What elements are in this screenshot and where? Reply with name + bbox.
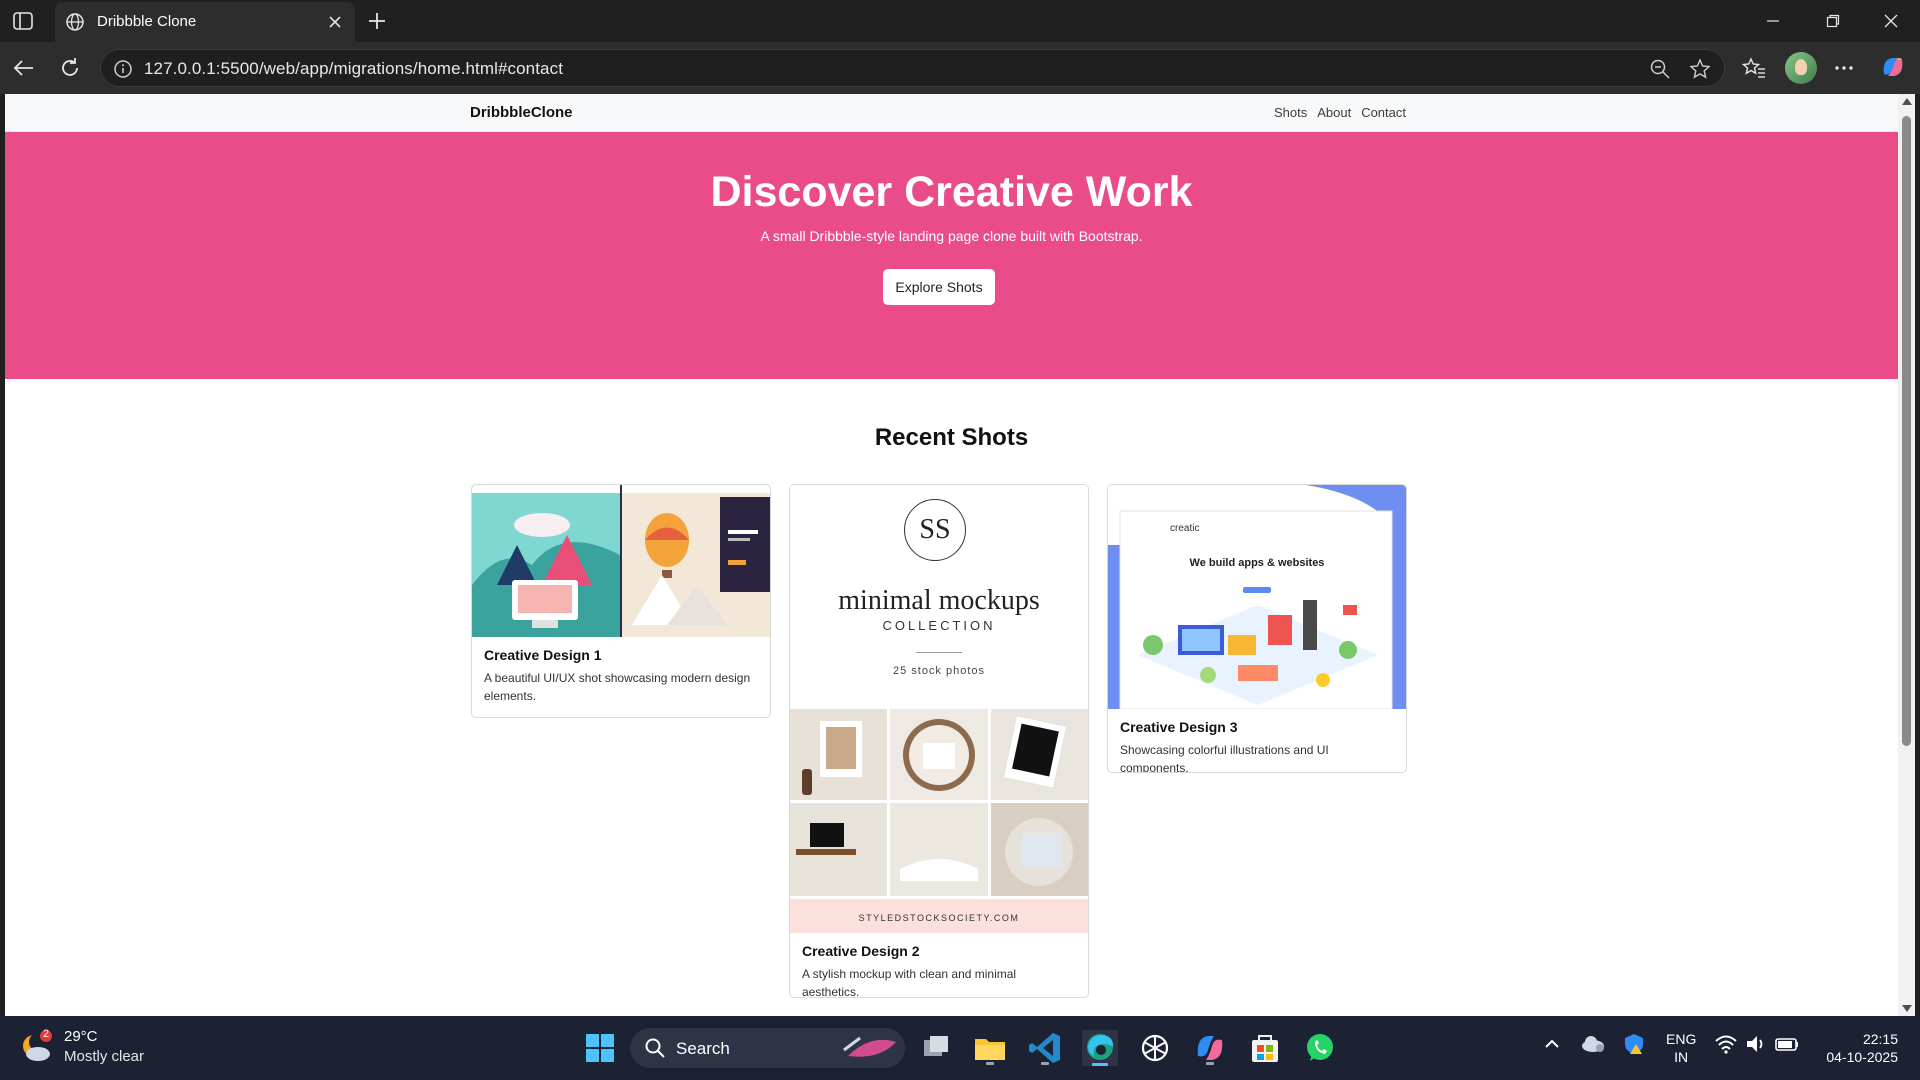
sidebar-toggle-icon[interactable] xyxy=(12,10,34,32)
minimize-icon[interactable] xyxy=(1750,0,1796,42)
scroll-thumb[interactable] xyxy=(1902,116,1911,746)
hero-section: Discover Creative Work A small Dribbble-… xyxy=(5,132,1898,379)
nav-link-contact[interactable]: Contact xyxy=(1361,105,1406,120)
card-title: Creative Design 3 xyxy=(1120,719,1238,735)
monogram-text: SS xyxy=(919,514,951,545)
mockup-photo-grid xyxy=(790,709,1088,933)
site-info-icon[interactable] xyxy=(113,59,133,79)
copilot-icon[interactable] xyxy=(1878,52,1908,82)
card-body: Creative Design 2 A stylish mockup with … xyxy=(790,933,1088,998)
shot-image-1[interactable] xyxy=(472,485,770,637)
language-code: ENG xyxy=(1666,1031,1697,1047)
scroll-down-arrow-icon[interactable] xyxy=(1902,1005,1912,1012)
card-text: A beautiful UI/UX shot showcasing modern… xyxy=(484,671,751,703)
illustration-headline: We build apps & websites xyxy=(1189,557,1325,569)
weather-description: Mostly clear xyxy=(64,1048,145,1065)
copilot-app-icon[interactable] xyxy=(1192,1030,1228,1066)
explore-shots-button[interactable]: Explore Shots xyxy=(883,269,995,305)
system-clock[interactable]: 22:15 04-10-2025 xyxy=(1818,1030,1898,1066)
shot-image-2[interactable]: SS minimal mockups COLLECTION 25 stock p… xyxy=(790,485,1088,933)
show-hidden-icons-chevron-icon[interactable] xyxy=(1540,1032,1564,1061)
nav-link-shots[interactable]: Shots xyxy=(1274,105,1307,120)
taskbar: 2 29°C Mostly clear Search ENG IN 22:15 … xyxy=(0,1016,1920,1080)
card-text: Showcasing colorful illustrations and UI… xyxy=(1120,743,1329,773)
site-navbar: DribbbleClone Shots About Contact xyxy=(5,94,1898,132)
card-text: A stylish mockup with clean and minimal … xyxy=(802,967,1017,998)
shot-image-3[interactable]: creatic We build apps & websites xyxy=(1108,485,1406,709)
microsoft-store-icon[interactable] xyxy=(1247,1030,1283,1066)
divider xyxy=(916,652,962,653)
hero-title: Discover Creative Work xyxy=(710,168,1193,216)
brand-logo[interactable]: DribbbleClone xyxy=(470,104,573,121)
address-bar[interactable]: 127.0.0.1:5500/web/app/migrations/home.h… xyxy=(100,49,1725,87)
card-title: Creative Design 1 xyxy=(484,647,602,663)
browser-tab[interactable]: Dribbble Clone xyxy=(55,2,355,42)
mockup-heading: minimal mockups xyxy=(838,585,1040,616)
moon-cloud-icon xyxy=(23,1030,52,1061)
security-shield-icon[interactable] xyxy=(1622,1032,1646,1061)
onedrive-icon[interactable] xyxy=(1580,1032,1606,1061)
mockup-footer-text: STYLEDSTOCKSOCIETY.COM xyxy=(858,913,1020,923)
search-highlight-icon xyxy=(843,1036,896,1057)
weather-widget[interactable]: 2 29°C Mostly clear xyxy=(20,1026,220,1070)
url-text[interactable]: 127.0.0.1:5500/web/app/migrations/home.h… xyxy=(144,59,563,79)
region-code: IN xyxy=(1674,1049,1689,1065)
new-tab-icon[interactable] xyxy=(364,8,390,34)
photo-count: 25 stock photos xyxy=(892,665,986,677)
card-body: Creative Design 3 Showcasing colorful il… xyxy=(1108,709,1406,773)
zoom-out-icon[interactable] xyxy=(1649,58,1671,80)
favorite-star-icon[interactable] xyxy=(1689,58,1711,80)
mockup-subheading: COLLECTION xyxy=(882,618,996,633)
wifi-icon[interactable] xyxy=(1714,1032,1738,1061)
card-title: Creative Design 2 xyxy=(802,943,920,959)
scroll-up-arrow-icon[interactable] xyxy=(1902,98,1912,105)
nav-links: Shots About Contact xyxy=(1274,105,1406,120)
favorites-icon[interactable] xyxy=(1740,54,1768,82)
reload-icon[interactable] xyxy=(56,54,84,82)
globe-icon xyxy=(65,12,85,32)
taskbar-search[interactable]: Search xyxy=(630,1028,905,1068)
vscode-icon[interactable] xyxy=(1027,1030,1063,1066)
whatsapp-icon[interactable] xyxy=(1302,1030,1338,1066)
hero-subtitle: A small Dribbble-style landing page clon… xyxy=(760,228,1143,244)
date: 04-10-2025 xyxy=(1826,1049,1898,1065)
section-title: Recent Shots xyxy=(874,424,1029,451)
weather-badge: 2 xyxy=(43,1028,50,1040)
temperature: 29°C xyxy=(64,1028,98,1045)
search-label: Search xyxy=(676,1039,730,1058)
close-tab-icon[interactable] xyxy=(325,12,345,32)
vertical-scrollbar[interactable] xyxy=(1898,94,1915,1016)
time: 22:15 xyxy=(1862,1031,1898,1047)
browser-titlebar: Dribbble Clone xyxy=(0,0,1920,42)
tab-title: Dribbble Clone xyxy=(97,13,197,30)
battery-icon[interactable] xyxy=(1774,1032,1800,1061)
back-arrow-icon[interactable] xyxy=(10,54,38,82)
language-indicator[interactable]: ENG IN xyxy=(1666,1030,1696,1066)
task-view-icon[interactable] xyxy=(918,1030,954,1066)
more-menu-icon[interactable] xyxy=(1830,54,1858,82)
shot-card-2[interactable]: SS minimal mockups COLLECTION 25 stock p… xyxy=(789,484,1089,998)
windows-start-icon[interactable] xyxy=(582,1030,618,1066)
browser-toolbar: 127.0.0.1:5500/web/app/migrations/home.h… xyxy=(0,42,1920,94)
search-icon xyxy=(645,1038,665,1058)
chatgpt-icon[interactable] xyxy=(1137,1030,1173,1066)
card-body: Creative Design 1 A beautiful UI/UX shot… xyxy=(472,637,770,715)
shot-card-3[interactable]: creatic We build apps & websites Creativ… xyxy=(1107,484,1407,773)
shot-card-1[interactable]: Creative Design 1 A beautiful UI/UX shot… xyxy=(471,484,771,718)
restore-icon[interactable] xyxy=(1810,0,1856,42)
nav-link-about[interactable]: About xyxy=(1317,105,1351,120)
illustration xyxy=(1108,485,1406,709)
close-window-icon[interactable] xyxy=(1868,0,1914,42)
creatic-logo: creatic xyxy=(1170,523,1200,534)
profile-avatar[interactable] xyxy=(1785,52,1817,84)
volume-icon[interactable] xyxy=(1744,1032,1768,1061)
file-explorer-icon[interactable] xyxy=(972,1030,1008,1066)
page-viewport: DribbbleClone Shots About Contact Discov… xyxy=(5,94,1898,1016)
edge-browser-icon[interactable] xyxy=(1078,1024,1122,1068)
